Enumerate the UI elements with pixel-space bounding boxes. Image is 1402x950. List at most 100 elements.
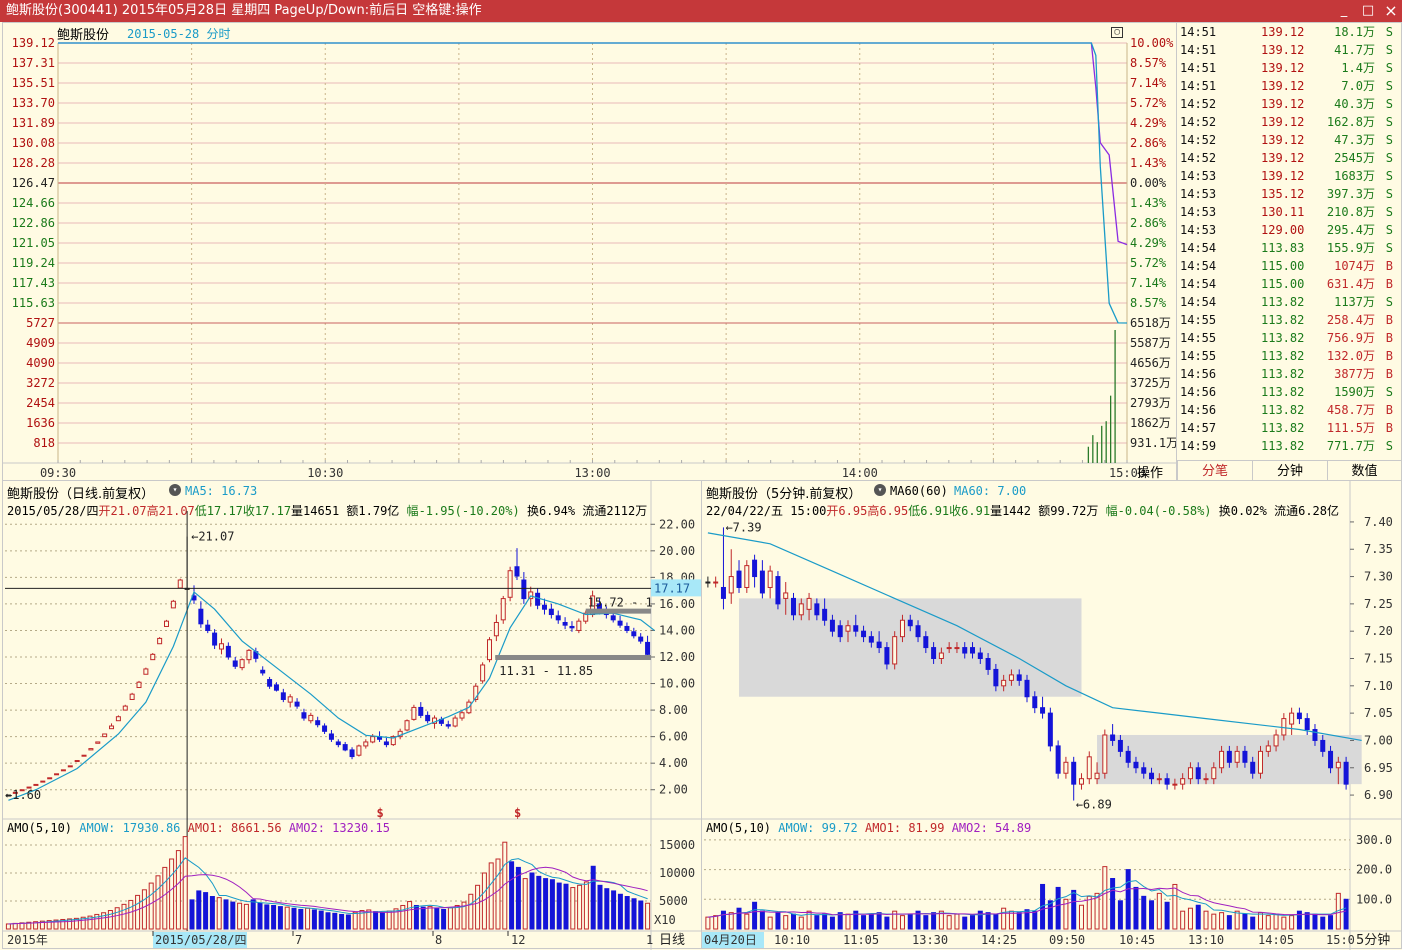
minimize-button[interactable]: _	[1333, 0, 1355, 22]
candle-body	[1195, 767, 1201, 780]
tick-side: S	[1385, 115, 1393, 129]
candle-body	[845, 625, 851, 632]
tick-row: 14:55 113.82 258.4万 B	[1177, 311, 1399, 329]
min5-chart[interactable]: 7.40 7.35 7.30 7.25 7.20 7.15 7.10 7.05 7.00 6.95…	[702, 481, 1402, 950]
daily-xaxis-label: 2015年	[7, 933, 48, 947]
candle-body	[425, 714, 431, 722]
tick-row: 14:53 139.12 1683万 S	[1177, 167, 1399, 185]
amo-bar	[148, 882, 154, 930]
amo-axis-label: 15000	[659, 838, 695, 852]
tab-minutes[interactable]: 分钟	[1252, 461, 1327, 482]
operate-button[interactable]: 操作	[1137, 462, 1163, 481]
amo-bar	[705, 916, 711, 930]
amo-bar	[264, 904, 270, 930]
tick-time: 14:57	[1180, 421, 1217, 435]
tick-time: 14:52	[1180, 151, 1217, 165]
candle-body	[736, 570, 742, 588]
amo-bar	[617, 893, 623, 930]
tick-volume: 631.4万	[1326, 277, 1375, 291]
amo-bar	[1242, 913, 1248, 930]
amo-bar	[1195, 904, 1201, 930]
amo-bar	[597, 884, 603, 930]
daily-amo2: AMO2: 13230.15	[288, 821, 390, 835]
candle-body	[1094, 772, 1100, 780]
tick-side: S	[1385, 295, 1393, 309]
amo-bar	[311, 909, 317, 930]
tab-ticks[interactable]: 分笔	[1177, 461, 1252, 482]
amo-bar	[638, 900, 644, 930]
candle-body	[1125, 750, 1131, 763]
close-button[interactable]: ×	[1380, 0, 1402, 22]
candle-body	[798, 603, 804, 616]
pct-axis-label: 5.72%	[1130, 256, 1167, 270]
tab-values[interactable]: 数值	[1327, 461, 1401, 482]
candle-body	[822, 608, 828, 621]
tick-volume: 47.3万	[1334, 133, 1375, 147]
maximize-button[interactable]: □	[1357, 0, 1379, 22]
candle-body	[1024, 679, 1030, 698]
tick-row: 14:52 139.12 162.8万 S	[1177, 113, 1399, 131]
amo-bar	[379, 912, 385, 930]
daily-yaxis-label: 22.00	[659, 517, 695, 531]
amo-bar	[1001, 907, 1007, 930]
candle-body	[1219, 750, 1225, 769]
tick-price: 113.82	[1261, 367, 1305, 381]
amo-bar	[604, 888, 610, 930]
tick-side: S	[1385, 25, 1393, 39]
candle-body	[555, 615, 561, 621]
tick-side: S	[1385, 169, 1393, 183]
daily-chart[interactable]: 22.0020.0018.0016.0014.0012.0010.008.006…	[3, 481, 703, 950]
price-axis-label: 130.08	[12, 136, 55, 150]
tick-side: S	[1385, 223, 1393, 237]
amo-bar	[434, 907, 440, 930]
pct-axis-label: 7.14%	[1130, 276, 1167, 290]
amo-bar	[271, 904, 277, 930]
min5-amo2: AMO2: 54.89	[951, 821, 1032, 835]
price-axis-label: 131.89	[12, 116, 55, 130]
candle-body	[157, 637, 163, 645]
pct-axis-label: 7.14%	[1130, 76, 1167, 90]
candle-body	[40, 780, 46, 783]
tick-time: 14:53	[1180, 223, 1217, 237]
candle-body	[1071, 761, 1077, 785]
amo-bar	[509, 861, 515, 930]
candle-body	[535, 592, 541, 606]
candle-body	[868, 636, 874, 643]
amo-bar	[441, 908, 447, 930]
amo-bar	[744, 913, 750, 930]
price-axis-label: 115.63	[12, 296, 55, 310]
candle-body	[480, 664, 486, 682]
amo-bar	[861, 915, 867, 930]
candle-body	[899, 619, 905, 638]
amo-bar	[645, 902, 651, 930]
candle-body	[342, 744, 348, 751]
amo-bar	[468, 893, 474, 930]
intraday-chart[interactable]: 139.12 137.31 135.51 133.70 131.89 130.08 128.…	[3, 23, 1179, 482]
amo-bar	[845, 913, 851, 930]
amo-bar	[1296, 910, 1302, 930]
min5-xaxis-label: 10:10	[774, 933, 810, 947]
tick-side: B	[1385, 403, 1393, 417]
candle-body	[218, 643, 224, 650]
amo-bar	[1343, 898, 1349, 930]
amo-bar	[923, 915, 929, 930]
candle-body	[225, 645, 231, 658]
candle-body	[1180, 778, 1186, 785]
amo-bar	[237, 902, 243, 930]
candle-body	[198, 608, 204, 625]
amo-bar	[1008, 910, 1014, 930]
tick-volume: 162.8万	[1326, 115, 1375, 129]
daily-xaxis-label: 2015/05/28/四	[155, 933, 246, 947]
daily-yaxis-label: 6.00	[659, 730, 688, 744]
amo-bar	[1312, 913, 1318, 930]
amo-bar	[1234, 910, 1240, 930]
price-axis-label: 133.70	[12, 96, 55, 110]
amo-bar	[1250, 916, 1256, 930]
title-bar: 鲍斯股份(300441) 2015年05月28日 星期四 PageUp/Down…	[0, 0, 1402, 22]
amo-bar	[1133, 886, 1139, 930]
tick-time: 14:52	[1180, 97, 1217, 111]
amo-bar	[752, 901, 758, 930]
tick-time: 14:59	[1180, 439, 1217, 453]
amo-bar	[475, 884, 481, 930]
min5-yaxis-label: 6.90	[1364, 788, 1393, 802]
